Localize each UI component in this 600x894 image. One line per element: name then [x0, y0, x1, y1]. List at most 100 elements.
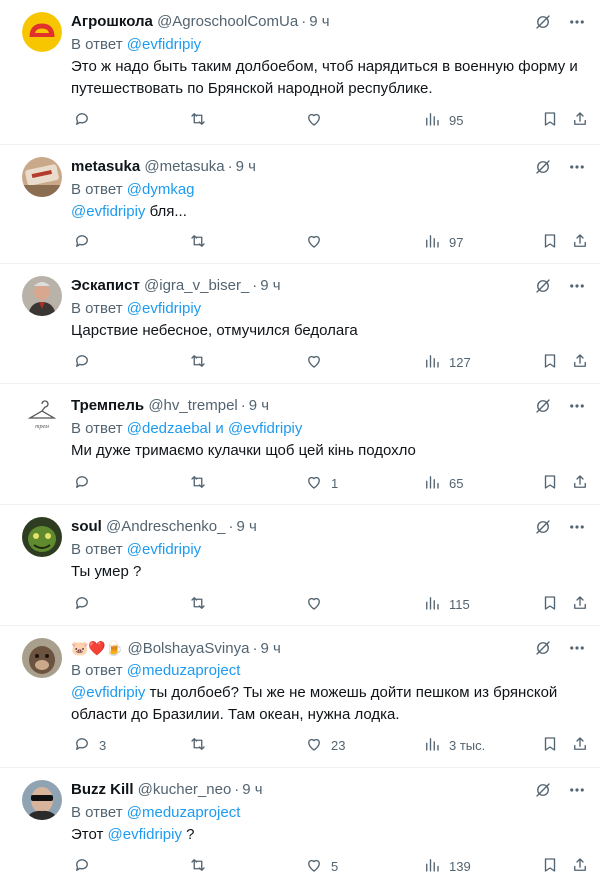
retweet-button[interactable] — [189, 352, 215, 372]
views-button[interactable]: 127 — [423, 352, 471, 372]
text-mention[interactable]: @evfidripiy — [71, 203, 145, 220]
views-button[interactable]: 97 — [423, 232, 463, 252]
more-dots-icon[interactable] — [568, 781, 586, 799]
like-button[interactable] — [305, 594, 331, 614]
tweet[interactable]: Эскапист @igra_v_biser_ · 9 ч В ответ @evf… — [0, 264, 600, 384]
bookmark-button[interactable] — [541, 735, 559, 755]
author-handle[interactable]: @kucher_neo — [138, 781, 232, 798]
tweet[interactable]: 🐷❤️🍺 @BolshayaSvinya · 9 ч В ответ @meduza… — [0, 626, 600, 768]
reply-button[interactable] — [73, 352, 99, 372]
timestamp[interactable]: 9 ч — [236, 518, 256, 535]
retweet-button[interactable] — [189, 110, 215, 130]
bookmark-button[interactable] — [541, 352, 559, 372]
author-name[interactable]: Агрошкола — [71, 13, 153, 30]
retweet-button[interactable] — [189, 594, 215, 614]
tweet[interactable]: трем Тремпель @hv_trempel · 9 ч В ответ @d… — [0, 384, 600, 505]
text-mention[interactable]: @evfidripiy — [71, 684, 145, 701]
more-dots-icon[interactable] — [568, 397, 586, 415]
tweet[interactable]: soul @Andreschenko_ · 9 ч В ответ @evfidri… — [0, 505, 600, 626]
grok-slash-icon[interactable] — [534, 639, 552, 657]
author-handle[interactable]: @BolshayaSvinya — [127, 640, 249, 657]
text-mention[interactable]: @evfidripiy — [108, 826, 182, 843]
retweet-button[interactable] — [189, 232, 215, 252]
views-button[interactable]: 139 — [423, 856, 471, 876]
views-button[interactable]: 95 — [423, 110, 463, 130]
bookmark-button[interactable] — [541, 856, 559, 876]
avatar[interactable] — [22, 157, 62, 197]
like-button[interactable] — [305, 352, 331, 372]
reply-mention[interactable]: @dedzaebal — [127, 420, 211, 437]
reply-mention[interactable]: @meduzaproject — [127, 662, 241, 679]
retweet-button[interactable] — [189, 473, 215, 493]
avatar[interactable] — [22, 517, 62, 557]
reply-button[interactable] — [73, 473, 99, 493]
grok-slash-icon[interactable] — [534, 518, 552, 536]
like-button[interactable]: 5 — [305, 856, 338, 876]
grok-slash-icon[interactable] — [534, 781, 552, 799]
bookmark-button[interactable] — [541, 594, 559, 614]
author-handle[interactable]: @hv_trempel — [148, 397, 237, 414]
reply-mention[interactable]: @evfidripiy — [228, 420, 302, 437]
reply-mention[interactable]: @meduzaproject — [127, 804, 241, 821]
avatar[interactable] — [22, 12, 62, 52]
like-button[interactable] — [305, 110, 331, 130]
share-button[interactable] — [571, 473, 589, 493]
reply-button[interactable] — [73, 594, 99, 614]
grok-slash-icon[interactable] — [534, 158, 552, 176]
more-dots-icon[interactable] — [568, 518, 586, 536]
reply-mention[interactable]: @evfidripiy — [127, 541, 201, 558]
timestamp[interactable]: 9 ч — [242, 781, 262, 798]
reply-button[interactable] — [73, 110, 99, 130]
reply-mention[interactable]: @evfidripiy — [127, 36, 201, 53]
share-button[interactable] — [571, 735, 589, 755]
share-button[interactable] — [571, 594, 589, 614]
timestamp[interactable]: 9 ч — [260, 640, 280, 657]
author-handle[interactable]: @igra_v_biser_ — [144, 277, 249, 294]
like-button[interactable] — [305, 232, 331, 252]
like-button[interactable]: 1 — [305, 473, 338, 493]
timestamp[interactable]: 9 ч — [309, 13, 329, 30]
author-name[interactable]: Buzz Kill — [71, 781, 134, 798]
views-button[interactable]: 115 — [423, 594, 470, 614]
like-button[interactable]: 23 — [305, 735, 345, 755]
timestamp[interactable]: 9 ч — [260, 277, 280, 294]
author-name[interactable]: metasuka — [71, 158, 140, 175]
share-button[interactable] — [571, 352, 589, 372]
share-button[interactable] — [571, 856, 589, 876]
views-button[interactable]: 3 тыс. — [423, 735, 485, 755]
retweet-button[interactable] — [189, 856, 215, 876]
more-dots-icon[interactable] — [568, 639, 586, 657]
avatar[interactable]: трем — [22, 396, 62, 436]
author-name[interactable]: Эскапист — [71, 277, 140, 294]
bookmark-button[interactable] — [541, 232, 559, 252]
avatar[interactable] — [22, 276, 62, 316]
grok-slash-icon[interactable] — [534, 277, 552, 295]
share-button[interactable] — [571, 232, 589, 252]
reply-button[interactable] — [73, 232, 99, 252]
author-name[interactable]: Тремпель — [71, 397, 144, 414]
grok-slash-icon[interactable] — [534, 13, 552, 31]
timestamp[interactable]: 9 ч — [236, 158, 256, 175]
author-name[interactable]: soul — [71, 518, 102, 535]
avatar[interactable] — [22, 780, 62, 820]
reply-button[interactable]: 3 — [73, 735, 106, 755]
avatar[interactable] — [22, 638, 62, 678]
timestamp[interactable]: 9 ч — [249, 397, 269, 414]
author-handle[interactable]: @AgroschoolComUa — [157, 13, 298, 30]
author-handle[interactable]: @metasuka — [144, 158, 224, 175]
bookmark-button[interactable] — [541, 473, 559, 493]
tweet[interactable]: Агрошкола @AgroschoolComUa · 9 ч В ответ @… — [0, 0, 600, 145]
author-name[interactable]: 🐷❤️🍺 — [71, 638, 123, 658]
tweet[interactable]: metasuka @metasuka · 9 ч В ответ @dymkag @… — [0, 145, 600, 264]
reply-mention[interactable]: @evfidripiy — [127, 300, 201, 317]
author-handle[interactable]: @Andreschenko_ — [106, 518, 225, 535]
views-button[interactable]: 65 — [423, 473, 463, 493]
more-dots-icon[interactable] — [568, 277, 586, 295]
grok-slash-icon[interactable] — [534, 397, 552, 415]
more-dots-icon[interactable] — [568, 158, 586, 176]
share-button[interactable] — [571, 110, 589, 130]
tweet[interactable]: Buzz Kill @kucher_neo · 9 ч В ответ @meduz… — [0, 768, 600, 894]
retweet-button[interactable] — [189, 735, 215, 755]
reply-mention[interactable]: @dymkag — [127, 181, 195, 198]
reply-button[interactable] — [73, 856, 99, 876]
